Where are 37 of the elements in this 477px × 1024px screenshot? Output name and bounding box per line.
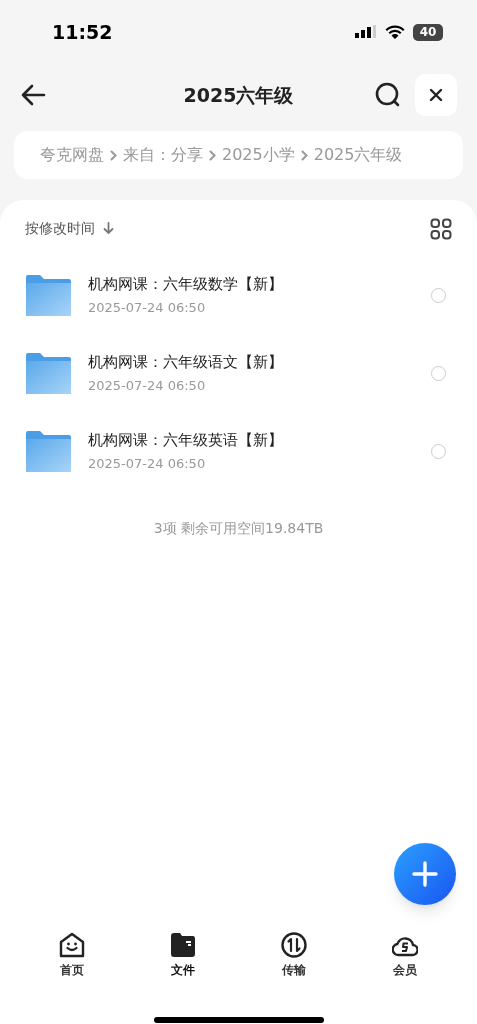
tab-item[interactable]: 首页 — [17, 932, 128, 979]
folder-icon — [26, 274, 71, 316]
close-button[interactable] — [415, 74, 457, 116]
files-tab-icon — [170, 932, 197, 958]
transfer-tab-icon — [280, 932, 307, 958]
chevron-icon — [110, 149, 117, 161]
folder-name: 机构网课：六年级英语【新】 — [88, 430, 283, 451]
signal-icon — [355, 25, 377, 39]
storage-summary: 3项 剩余可用空间19.84TB — [153, 519, 324, 538]
plus-icon — [412, 861, 438, 887]
chevron-icon — [300, 149, 308, 161]
modified-date: 2025-07-24 06:50 — [88, 454, 207, 473]
search-icon[interactable] — [375, 82, 401, 108]
close-icon — [429, 88, 443, 102]
grid-view-icon[interactable] — [430, 217, 452, 240]
file-row[interactable]: 机构网课：六年级数学【新】 2025-07-24 06:50 — [0, 256, 477, 334]
status-time: 11:52 — [52, 19, 113, 45]
chevron-icon — [209, 149, 216, 161]
sort-button[interactable]: 按修改时间 — [25, 218, 114, 239]
wifi-icon — [385, 24, 405, 40]
modified-date: 2025-07-24 06:50 — [88, 298, 207, 317]
tab-item[interactable]: 会员 — [349, 932, 460, 979]
file-row[interactable]: 机构网课：六年级英语【新】 2025-07-24 06:50 — [0, 412, 477, 490]
tab-item[interactable]: 文件 — [127, 932, 239, 979]
sort-down-icon — [103, 222, 114, 235]
folder-name: 机构网课：六年级数学【新】 — [88, 274, 283, 295]
back-icon[interactable] — [20, 84, 46, 106]
page-title: 2025六年级 — [182, 82, 295, 108]
folder-icon — [26, 352, 71, 394]
folder-icon — [26, 430, 71, 472]
add-button[interactable] — [394, 843, 456, 905]
home-tab-icon — [59, 932, 86, 958]
file-row[interactable]: 机构网课：六年级语文【新】 2025-07-24 06:50 — [0, 334, 477, 412]
battery-indicator: 40 — [413, 23, 443, 41]
modified-date: 2025-07-24 06:50 — [88, 376, 207, 395]
tab-item[interactable]: 传输 — [238, 932, 350, 979]
folder-name: 机构网课：六年级语文【新】 — [88, 352, 283, 373]
